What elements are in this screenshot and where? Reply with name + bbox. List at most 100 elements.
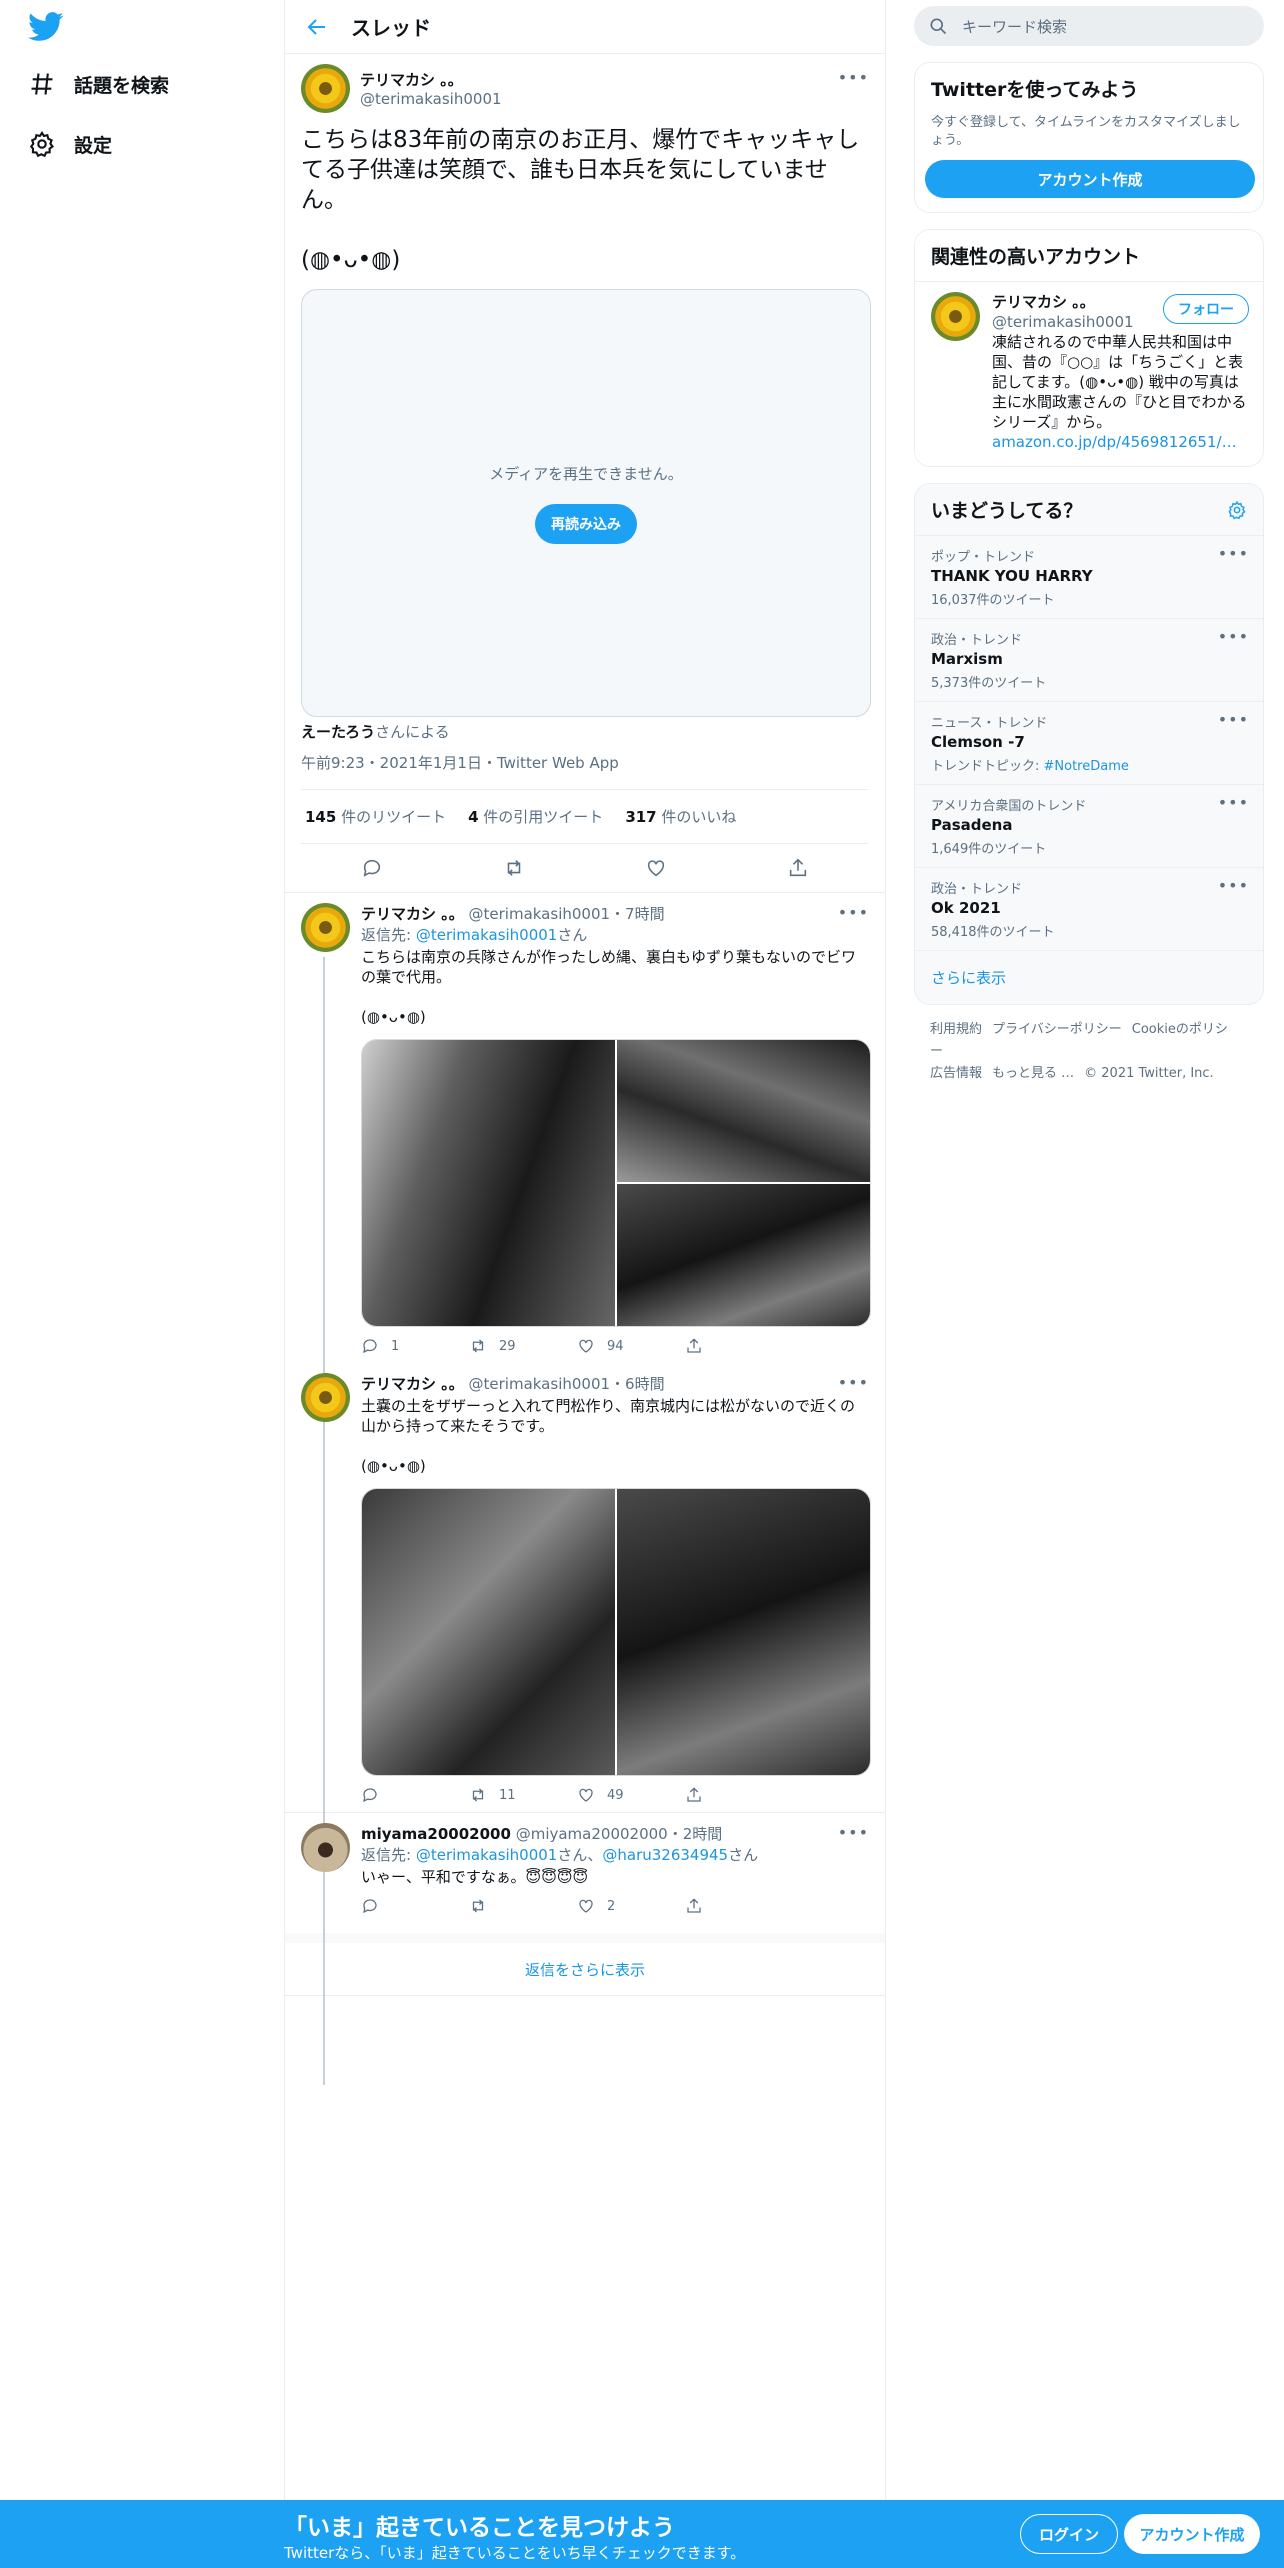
tweet-time[interactable]: ・6時間	[610, 1375, 665, 1393]
more-options-icon[interactable]: •••	[838, 1823, 869, 1842]
related-account[interactable]: テリマカシ 。。 @terimakasih0001 凍結されるので中華人民共和国…	[915, 281, 1263, 466]
trends-show-more-link[interactable]: さらに表示	[915, 950, 1263, 1004]
photo[interactable]	[617, 1489, 870, 1775]
mention-link[interactable]: @terimakasih0001	[416, 926, 558, 944]
credit-name[interactable]: えーたろう	[301, 723, 375, 741]
user-name[interactable]: miyama20002000	[361, 1825, 511, 1843]
reply-tweet[interactable]: ••• miyama20002000 @miyama20002000・2時間 返…	[285, 1813, 885, 1923]
user-bio: 凍結されるので中華人民共和国は中国、昔の『○○』は「ちうごく」と表記してます。(…	[992, 333, 1247, 451]
reply-icon[interactable]	[361, 857, 383, 879]
nav-settings[interactable]: 設定	[28, 130, 112, 158]
like-button[interactable]: 94	[577, 1337, 685, 1355]
login-button[interactable]: ログイン	[1020, 2514, 1118, 2554]
like-icon[interactable]	[645, 857, 667, 879]
user-name[interactable]: テリマカシ 。。	[360, 69, 502, 90]
tweet-actions: 11 49	[361, 1786, 869, 1804]
tweet-header: テリマカシ 。。 @terimakasih0001・6時間	[361, 1373, 869, 1394]
footer-link[interactable]: 広告情報	[930, 1066, 982, 1081]
bottom-subtext: Twitterなら、「いま」起きていることをいち早くチェックできます。	[284, 2544, 746, 2562]
retweet-button[interactable]	[469, 1897, 577, 1915]
user-name[interactable]: テリマカシ 。。	[361, 905, 464, 923]
reply-tweet[interactable]: ••• テリマカシ 。。 @terimakasih0001・7時間 返信先: @…	[285, 893, 885, 2085]
trend-item[interactable]: ポップ・トレンド THANK YOU HARRY 16,037件のツイート •••	[915, 535, 1263, 618]
more-options-icon[interactable]: •••	[838, 1373, 869, 1392]
share-button[interactable]	[685, 1897, 793, 1915]
trend-topic-link[interactable]: #NotreDame	[1044, 759, 1129, 774]
nav-explore-label: 話題を検索	[74, 74, 170, 97]
tweet-meta[interactable]: 午前9:23・2021年1月1日・Twitter Web App	[301, 752, 869, 790]
search-bar[interactable]: キーワード検索	[914, 6, 1264, 46]
avatar[interactable]	[301, 64, 350, 113]
trend-item[interactable]: 政治・トレンド Marxism 5,373件のツイート •••	[915, 618, 1263, 701]
bottom-signup-bar: 「いま」起きていることを見つけよう Twitterなら、「いま」起きていることを…	[0, 2500, 1284, 2568]
tweet-time[interactable]: ・2時間	[668, 1825, 723, 1843]
share-icon	[687, 1338, 701, 1353]
reply-button[interactable]: 1	[361, 1337, 469, 1355]
share-button[interactable]	[685, 1786, 793, 1804]
bio-link[interactable]: amazon.co.jp/dp/4569812651/…	[992, 433, 1237, 451]
trend-item[interactable]: ニュース・トレンド Clemson -7 トレンドトピック: #NotreDame …	[915, 701, 1263, 784]
more-options-icon[interactable]: •••	[1218, 876, 1249, 895]
search-input[interactable]: キーワード検索	[962, 16, 1067, 37]
more-options-icon[interactable]: •••	[838, 68, 869, 87]
reply-button[interactable]	[361, 1786, 469, 1804]
share-icon[interactable]	[787, 857, 809, 879]
avatar[interactable]	[301, 1373, 350, 1422]
more-options-icon[interactable]: •••	[1218, 544, 1249, 563]
retweet-icon[interactable]	[503, 857, 525, 879]
reply-button[interactable]	[361, 1897, 469, 1915]
mention-link[interactable]: @terimakasih0001	[416, 1846, 558, 1864]
search-icon	[930, 18, 947, 35]
reply-icon	[363, 1788, 377, 1803]
footer-link[interactable]: プライバシーポリシー	[992, 1022, 1122, 1037]
avatar[interactable]	[301, 903, 350, 952]
photo[interactable]	[362, 1040, 615, 1326]
reply-tweet[interactable]: ••• テリマカシ 。。 @terimakasih0001・6時間 土嚢の土をザ…	[285, 1363, 885, 1812]
like-count[interactable]: 317 件のいいね	[625, 806, 736, 827]
retweet-icon	[472, 1899, 484, 1913]
video-player[interactable]: メディアを再生できません。 再読み込み	[301, 289, 871, 717]
footer-link[interactable]: 利用規約	[930, 1022, 982, 1037]
trend-item[interactable]: 政治・トレンド Ok 2021 58,418件のツイート •••	[915, 867, 1263, 950]
reply-icon	[363, 1339, 377, 1354]
more-options-icon[interactable]: •••	[1218, 627, 1249, 646]
avatar[interactable]	[301, 1823, 350, 1872]
user-handle[interactable]: @terimakasih0001	[360, 90, 502, 108]
user-handle[interactable]: @terimakasih0001	[469, 905, 611, 923]
twitter-logo-icon[interactable]	[28, 12, 64, 42]
trend-item[interactable]: アメリカ合衆国のトレンド Pasadena 1,649件のツイート •••	[915, 784, 1263, 867]
like-button[interactable]: 49	[577, 1786, 685, 1804]
user-handle[interactable]: @miyama20002000	[516, 1825, 668, 1843]
reply-context: 返信先: @terimakasih0001さん、@haru32634945さん	[361, 1846, 759, 1864]
user-name[interactable]: テリマカシ 。。	[361, 1375, 464, 1393]
follow-button[interactable]: フォロー	[1163, 294, 1249, 324]
quote-count[interactable]: 4 件の引用ツイート	[468, 806, 603, 827]
reload-button[interactable]: 再読み込み	[535, 503, 637, 544]
retweet-icon	[472, 1788, 484, 1802]
more-options-icon[interactable]: •••	[1218, 710, 1249, 729]
nav-explore[interactable]: 話題を検索	[28, 70, 169, 98]
tweet-time[interactable]: ・7時間	[610, 905, 665, 923]
signup-button[interactable]: アカウント作成	[925, 160, 1255, 198]
retweet-button[interactable]: 29	[469, 1337, 577, 1355]
share-button[interactable]	[685, 1337, 793, 1355]
show-more-replies-link[interactable]: 返信をさらに表示	[285, 1933, 885, 1996]
focal-tweet: テリマカシ 。。 @terimakasih0001 ••• こちらは83年前の南…	[285, 54, 885, 892]
back-arrow-icon[interactable]	[305, 15, 329, 39]
photo[interactable]	[617, 1184, 870, 1326]
like-button[interactable]: 2	[577, 1897, 685, 1915]
more-options-icon[interactable]: •••	[1218, 793, 1249, 812]
mention-link[interactable]: @haru32634945	[602, 1846, 728, 1864]
retweet-count[interactable]: 145 件のリツイート	[305, 806, 446, 827]
photo[interactable]	[362, 1489, 615, 1775]
footer-link[interactable]: もっと見る …	[992, 1066, 1074, 1081]
user-handle[interactable]: @terimakasih0001	[469, 1375, 611, 1393]
photo[interactable]	[617, 1040, 870, 1182]
focal-user[interactable]: テリマカシ 。。 @terimakasih0001 •••	[301, 64, 869, 113]
gear-icon[interactable]	[1227, 500, 1247, 520]
signup-button[interactable]: アカウント作成	[1124, 2514, 1260, 2554]
tweet-stats: 145 件のリツイート 4 件の引用ツイート 317 件のいいね	[301, 790, 869, 844]
more-options-icon[interactable]: •••	[838, 903, 869, 922]
avatar[interactable]	[931, 292, 980, 341]
retweet-button[interactable]: 11	[469, 1786, 577, 1804]
